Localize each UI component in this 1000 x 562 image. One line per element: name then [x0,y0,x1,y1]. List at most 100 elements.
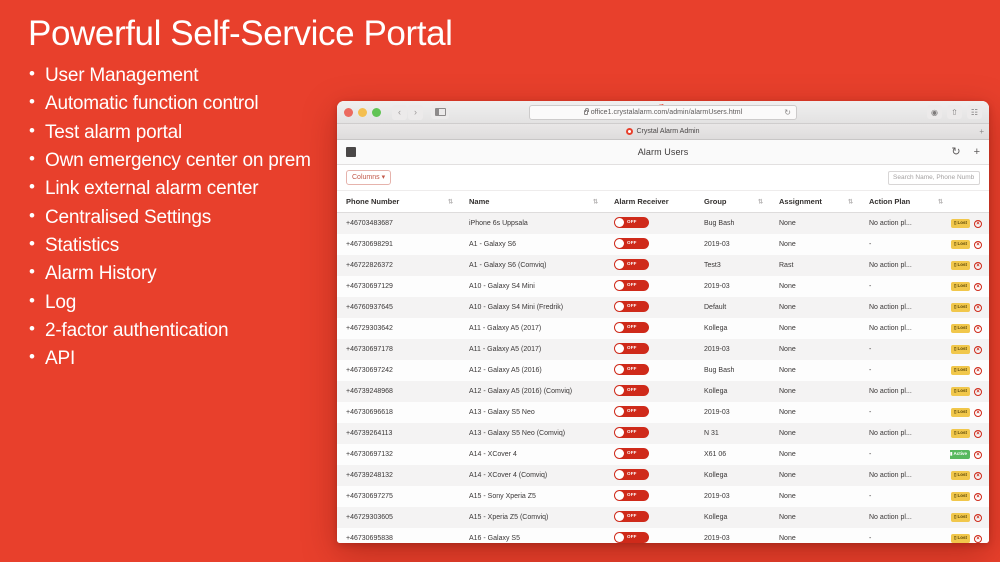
cell-action-plan: - [869,283,872,290]
delete-row-icon[interactable] [974,345,982,354]
table-row[interactable]: +46729303605 A15 - Xperia Z5 (Comviq) OFF K… [337,507,989,528]
navigation-buttons[interactable]: ‹ › [392,104,423,120]
delete-row-icon[interactable] [974,513,982,522]
share-icon[interactable]: ⇧ [947,105,962,119]
column-header[interactable]: Name ⇅ [460,191,605,213]
cell-assignment: None [779,367,796,374]
alarm-receiver-toggle[interactable]: OFF [614,490,649,501]
sort-icon[interactable]: ⇅ [448,198,453,205]
address-bar[interactable]: office1.crystalalarm.com/admin/alarmUser… [529,104,797,120]
table-row[interactable]: +46730697129 A10 - Galaxy S4 Mini OFF 2019-… [337,276,989,297]
delete-row-icon[interactable] [974,240,982,249]
delete-row-icon[interactable] [974,450,982,459]
alarm-receiver-toggle[interactable]: OFF [614,511,649,522]
browser-tab[interactable]: Crystal Alarm Admin [626,128,700,135]
reload-icon[interactable]: ↻ [784,108,791,117]
privacy-icon[interactable]: ◉ [927,105,942,119]
cell-assignment: None [779,451,796,458]
sort-icon[interactable]: ⇅ [848,198,853,205]
status-badge[interactable]: ▮ Active [950,450,970,459]
delete-row-icon[interactable] [974,408,982,417]
table-row[interactable]: +46730695838 A16 - Galaxy S5 OFF 2019-03 Non… [337,528,989,543]
table-row[interactable]: +46760937645 A10 - Galaxy S4 Mini (Fredri… [337,297,989,318]
status-badge[interactable]: ▯ Lost [951,534,970,543]
table-row[interactable]: +46730697275 A15 - Sony Xperia Z5 OFF 2019-… [337,486,989,507]
status-badge[interactable]: ▯ Lost [951,240,970,249]
sidebar-toggle-icon[interactable] [431,105,449,119]
cell-alarm-receiver: OFF [605,213,695,235]
alarm-receiver-toggle[interactable]: OFF [614,238,649,249]
delete-row-icon[interactable] [974,324,982,333]
status-badge[interactable]: ▯ Lost [951,303,970,312]
table-row[interactable]: +46730698291 A1 - Galaxy S6 OFF 2019-03 None… [337,234,989,255]
delete-row-icon[interactable] [974,534,982,543]
refresh-button[interactable]: ↻ [951,146,960,158]
table-row[interactable]: +46739248968 A12 - Galaxy A5 (2016) (Comv… [337,381,989,402]
column-header[interactable]: Group ⇅ [695,191,770,213]
alarm-receiver-toggle[interactable]: OFF [614,343,649,354]
status-badge[interactable]: ▯ Lost [951,324,970,333]
alarm-receiver-toggle[interactable]: OFF [614,259,649,270]
back-icon[interactable]: ‹ [392,104,407,120]
alarm-receiver-toggle[interactable]: OFF [614,280,649,291]
table-row[interactable]: +46730697242 A12 - Galaxy A5 (2016) OFF Bug… [337,360,989,381]
add-user-button[interactable]: + [974,146,980,158]
delete-row-icon[interactable] [974,429,982,438]
sort-icon[interactable]: ⇅ [938,198,943,205]
minimize-window-icon[interactable] [358,107,367,117]
alarm-receiver-toggle[interactable]: OFF [614,448,649,459]
table-row[interactable]: +46730697132 A14 - XCover 4 OFF X61 06 None -… [337,444,989,465]
status-badge[interactable]: ▯ Lost [951,408,970,417]
status-badge[interactable]: ▯ Lost [951,429,970,438]
delete-row-icon[interactable] [974,303,982,312]
delete-row-icon[interactable] [974,471,982,480]
alarm-receiver-toggle[interactable]: OFF [614,322,649,333]
feature-item: User Management [28,61,498,90]
sort-icon[interactable]: ⇅ [758,198,763,205]
new-tab-icon[interactable]: + [979,127,984,136]
alarm-receiver-toggle[interactable]: OFF [614,406,649,417]
status-badge[interactable]: ▯ Lost [951,492,970,501]
forward-icon[interactable]: › [408,104,423,120]
delete-row-icon[interactable] [974,219,982,228]
delete-row-icon[interactable] [974,492,982,501]
alarm-receiver-toggle[interactable]: OFF [614,427,649,438]
table-row[interactable]: +46739264113 A13 - Galaxy S5 Neo (Comviq)… [337,423,989,444]
table-row[interactable]: +46730697178 A11 - Galaxy A5 (2017) OFF 201… [337,339,989,360]
close-window-icon[interactable] [344,107,353,117]
table-row[interactable]: +46729303642 A11 - Galaxy A5 (2017) OFF Kol… [337,318,989,339]
alarm-receiver-toggle[interactable]: OFF [614,217,649,228]
column-header[interactable]: Phone Number ⇅ [337,191,460,213]
maximize-window-icon[interactable] [372,107,381,117]
delete-row-icon[interactable] [974,282,982,291]
tabs-overview-icon[interactable]: ☷ [967,105,982,119]
sort-icon[interactable]: ⇅ [593,198,598,205]
status-badge[interactable]: ▯ Lost [951,387,970,396]
columns-dropdown-button[interactable]: Columns ▾ [346,170,392,185]
status-badge[interactable]: ▯ Lost [951,513,970,522]
status-badge[interactable]: ▯ Lost [951,471,970,480]
status-badge[interactable]: ▯ Lost [951,366,970,375]
alarm-receiver-toggle[interactable]: OFF [614,385,649,396]
status-badge[interactable]: ▯ Lost [951,219,970,228]
table-row[interactable]: +46722826372 A1 - Galaxy S6 (Comviq) OFF Te… [337,255,989,276]
delete-row-icon[interactable] [974,387,982,396]
table-row[interactable]: +46739248132 A14 - XCover 4 (Comviq) OFF Ko… [337,465,989,486]
cell-status-badges: ▯ Lost [950,402,989,423]
delete-row-icon[interactable] [974,366,982,375]
table-row[interactable]: +46730696618 A13 - Galaxy S5 Neo OFF 2019-0… [337,402,989,423]
column-header[interactable]: Assignment ⇅ [770,191,860,213]
status-badge[interactable]: ▯ Lost [951,345,970,354]
window-controls[interactable] [344,107,381,117]
table-scroll-area[interactable]: Phone Number ⇅ Name ⇅ Alarm Receiver Group ⇅ As… [337,191,989,543]
column-header[interactable]: Action Plan ⇅ [860,191,950,213]
search-input[interactable]: Search Name, Phone Numb [888,170,980,185]
alarm-receiver-toggle[interactable]: OFF [614,364,649,375]
delete-row-icon[interactable] [974,261,982,270]
alarm-receiver-toggle[interactable]: OFF [614,469,649,480]
alarm-receiver-toggle[interactable]: OFF [614,532,649,543]
status-badge[interactable]: ▯ Lost [951,282,970,291]
status-badge[interactable]: ▯ Lost [951,261,970,270]
alarm-receiver-toggle[interactable]: OFF [614,301,649,312]
table-row[interactable]: +46703483687 iPhone 6s Uppsala OFF Bug Bash… [337,212,989,235]
